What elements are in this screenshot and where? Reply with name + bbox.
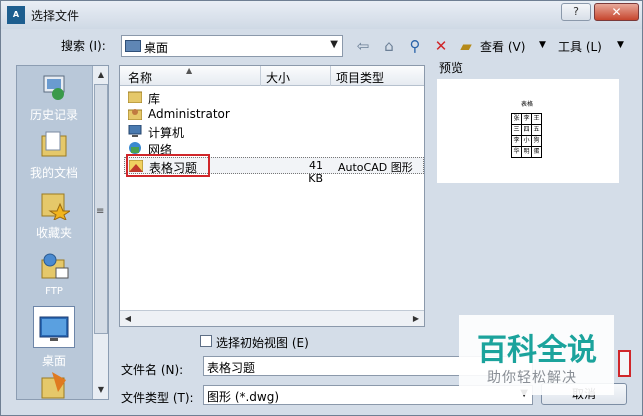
buzzsaw-icon: [41, 372, 66, 399]
search-in-label: 搜索 (I):: [61, 39, 106, 53]
desktop-icon: [39, 316, 69, 341]
column-type[interactable]: 项目类型: [336, 69, 384, 86]
file-row-library[interactable]: 库: [124, 89, 424, 106]
computer-icon: [128, 125, 142, 137]
place-buzzsaw[interactable]: [17, 370, 91, 399]
autocad-app-icon: A: [7, 6, 25, 24]
help-button[interactable]: ?: [561, 3, 591, 21]
grip-icon: ≡: [96, 206, 105, 217]
file-type: AutoCAD 图形: [338, 161, 413, 174]
documents-icon: [41, 131, 67, 157]
search-location-value: 桌面: [144, 41, 169, 55]
column-divider[interactable]: [330, 66, 331, 86]
favorites-icon: [41, 193, 70, 220]
preview-drawing: 表格 张李王 三四五 李小狗 华明蛋: [511, 95, 549, 177]
file-dialog-window: A 选择文件 ? ✕ 搜索 (I): 桌面 ▼ ⇦ ⌂ ⚲ ✕ ▰ 查看 (V)…: [0, 0, 643, 416]
user-folder-icon: [128, 109, 142, 120]
filename-value: 表格习题: [207, 361, 256, 375]
file-list[interactable]: 名称 ▲ 大小 项目类型 库 Administrator 计算机 网络 表格习题…: [119, 65, 425, 327]
watermark-subtitle: 助你轻松解决: [487, 370, 577, 386]
title-bar[interactable]: A 选择文件 ? ✕: [1, 1, 642, 29]
search-web-icon[interactable]: ⚲: [405, 37, 425, 55]
place-favorites[interactable]: 收藏夹: [17, 190, 91, 241]
initial-view-checkbox[interactable]: [200, 335, 212, 347]
file-row-network[interactable]: 网络: [124, 140, 424, 157]
preview-label: 预览: [439, 61, 464, 75]
selected-frame: [33, 306, 75, 348]
sort-ascending-icon: ▲: [186, 66, 193, 75]
up-folder-icon[interactable]: ⌂: [379, 37, 399, 55]
filename-label: 文件名 (N):: [121, 363, 184, 377]
place-label: 收藏夹: [35, 226, 72, 240]
watermark: 百科全说 助你轻松解决: [459, 315, 614, 395]
file-row-administrator[interactable]: Administrator: [124, 106, 424, 123]
window-title: 选择文件: [31, 9, 80, 23]
place-label: 我的文档: [29, 166, 78, 180]
place-desktop[interactable]: 桌面: [17, 306, 91, 369]
preview-pane: 表格 张李王 三四五 李小狗 华明蛋: [437, 79, 619, 183]
back-icon[interactable]: ⇦: [353, 37, 373, 55]
tools-chevron-down-icon[interactable]: ▼: [617, 40, 624, 50]
chevron-down-icon: ▼: [330, 39, 338, 50]
place-label: 桌面: [41, 354, 66, 368]
file-row-dwg[interactable]: 表格习题 41 KB AutoCAD 图形: [124, 157, 424, 185]
watermark-title: 百科全说: [477, 333, 597, 368]
filetype-value: 图形 (*.dwg): [207, 390, 280, 404]
places-scrollbar[interactable]: ▲ ≡ ▼: [92, 66, 108, 399]
scroll-up-icon[interactable]: ▲: [93, 67, 108, 83]
filetype-label: 文件类型 (T):: [121, 391, 194, 405]
file-size: 41 KB: [308, 159, 323, 185]
tools-menu-button[interactable]: 工具 (L): [558, 38, 602, 55]
view-chevron-down-icon[interactable]: ▼: [539, 40, 546, 50]
file-name: Administrator: [148, 107, 230, 121]
place-label: 历史记录: [29, 108, 78, 122]
places-bar: 历史记录 我的文档 收藏夹 FTP 桌面 ▲ ≡ ▼: [16, 65, 109, 400]
place-label: FTP: [45, 286, 63, 297]
file-name: 库: [148, 92, 161, 106]
preview-table: 张李王 三四五 李小狗 华明蛋: [511, 113, 542, 158]
initial-view-label[interactable]: 选择初始视图 (E): [216, 334, 309, 351]
delete-icon[interactable]: ✕: [431, 37, 451, 55]
ftp-icon: [41, 253, 69, 279]
network-icon: [129, 142, 141, 154]
horizontal-scrollbar[interactable]: ◀ ▶: [120, 310, 424, 326]
desktop-folder-icon: [125, 40, 141, 52]
new-folder-icon[interactable]: ▰: [456, 37, 476, 55]
scroll-down-icon[interactable]: ▼: [93, 382, 108, 398]
close-button[interactable]: ✕: [594, 3, 639, 21]
open-button[interactable]: [618, 350, 631, 377]
scroll-right-icon[interactable]: ▶: [408, 311, 424, 327]
history-icon: [43, 75, 65, 100]
file-name: 网络: [148, 143, 173, 157]
preview-table-title: 表格: [521, 101, 534, 108]
place-history[interactable]: 历史记录: [17, 72, 91, 123]
dwg-file-icon: [129, 160, 143, 172]
column-divider[interactable]: [260, 66, 261, 86]
file-name: 计算机: [148, 126, 185, 140]
file-list-header: 名称 ▲ 大小 项目类型: [120, 66, 424, 86]
column-name[interactable]: 名称: [128, 69, 152, 86]
library-icon: [128, 91, 142, 103]
file-row-computer[interactable]: 计算机: [124, 123, 424, 140]
place-ftp[interactable]: FTP: [17, 252, 91, 297]
file-name: 表格习题: [149, 161, 198, 175]
view-menu-button[interactable]: 查看 (V): [480, 38, 525, 55]
place-documents[interactable]: 我的文档: [17, 130, 91, 181]
column-size[interactable]: 大小: [266, 69, 290, 86]
search-location-dropdown[interactable]: 桌面 ▼: [121, 35, 343, 57]
scroll-left-icon[interactable]: ◀: [120, 311, 136, 327]
